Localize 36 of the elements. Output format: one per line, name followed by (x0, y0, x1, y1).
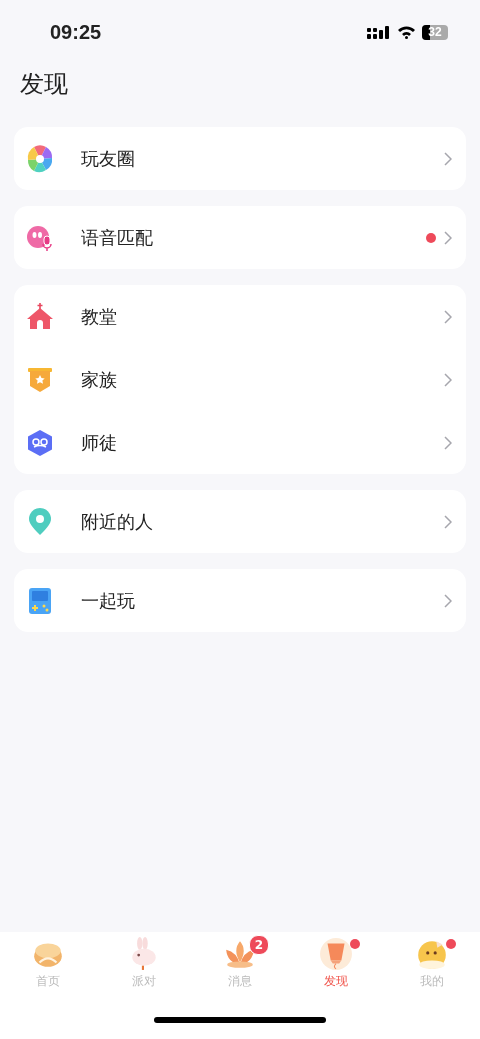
shield-star-icon (26, 365, 54, 394)
menu-item[interactable]: 家族 (14, 348, 466, 411)
location-pin-icon (26, 507, 54, 536)
chevron-icon (444, 309, 452, 324)
game-console-icon (26, 586, 54, 615)
menu-item[interactable]: 师徒 (14, 411, 466, 474)
church-icon (26, 302, 54, 331)
menu-item[interactable]: 玩友圈 (14, 127, 466, 190)
tab[interactable]: 发现 (288, 937, 384, 1002)
chevron-icon (444, 151, 452, 166)
tab[interactable]: 消息 2 (192, 937, 288, 1002)
chevron-icon (444, 514, 452, 529)
chat-face-icon (26, 223, 54, 252)
menu-label: 教堂 (81, 304, 118, 329)
menu-item[interactable]: 教堂 (14, 285, 466, 348)
unread-badge: 2 (249, 935, 269, 955)
menu-item[interactable]: 语音匹配 (14, 206, 466, 269)
menu-item[interactable]: 附近的人 (14, 490, 466, 553)
menu-label: 附近的人 (81, 509, 154, 534)
lantern-icon (319, 937, 353, 971)
chevron-icon (444, 230, 452, 245)
pinwheel-icon (26, 144, 54, 173)
menu-label: 玩友圈 (81, 146, 136, 171)
hexagon-icon (26, 428, 54, 457)
menu-label: 师徒 (81, 430, 118, 455)
signal-icon (367, 25, 391, 39)
wifi-icon (397, 25, 416, 39)
menu-label: 家族 (81, 367, 118, 392)
menu-item[interactable]: 一起玩 (14, 569, 466, 632)
page-title: 发现 (19, 69, 69, 100)
status-time: 09:25 (50, 20, 102, 44)
menu-label: 语音匹配 (81, 225, 154, 250)
chevron-icon (444, 593, 452, 608)
chevron-icon (444, 435, 452, 450)
menu-label: 一起玩 (81, 588, 136, 613)
chevron-icon (444, 372, 452, 387)
